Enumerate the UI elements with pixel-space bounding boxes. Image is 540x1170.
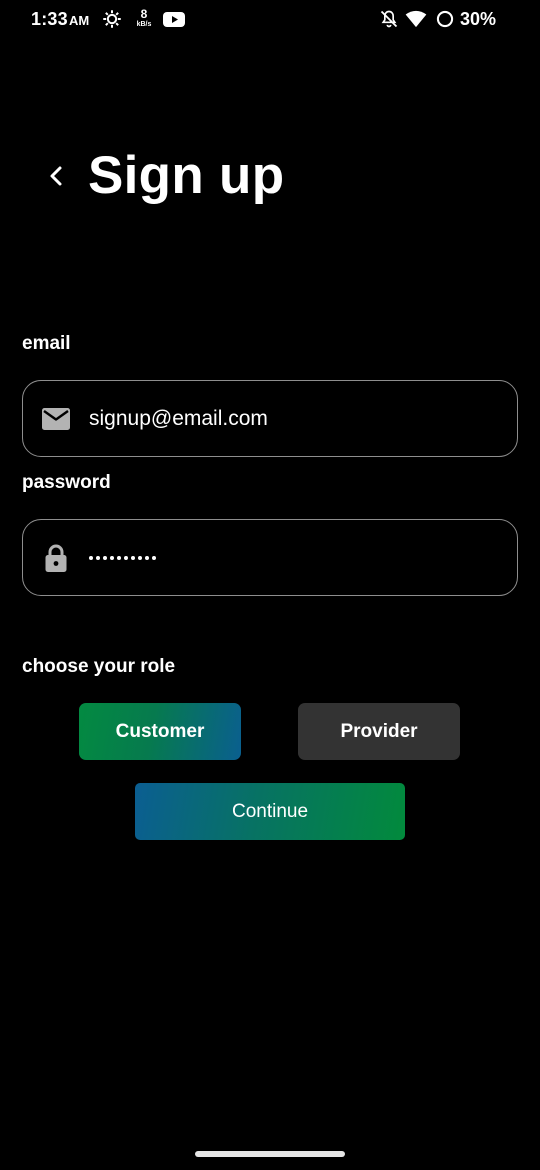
status-bar: 1:33 AM 8 kB/s 30% [0,0,540,40]
password-mask-dot [110,555,114,560]
password-field[interactable] [22,519,518,596]
password-mask-dot [124,555,128,560]
status-ampm: AM [69,13,90,28]
role-provider-button[interactable]: Provider [298,703,460,760]
password-mask-dot [103,555,107,560]
chevron-left-icon [50,166,62,186]
password-mask-dot [138,555,142,560]
wifi-icon [405,10,427,28]
network-speed-unit: kB/s [136,21,152,28]
signup-screen: 1:33 AM 8 kB/s 30% Sign up email signup@… [0,0,540,1170]
role-customer-button[interactable]: Customer [79,703,241,760]
network-speed: 8 kB/s [133,8,155,32]
password-mask-dot [131,555,135,560]
youtube-icon [163,12,185,27]
password-mask-dot [96,555,100,560]
email-label: email [22,333,71,354]
email-input[interactable] [89,381,499,456]
role-label: choose your role [22,656,176,677]
password-label: password [22,472,111,493]
battery-percent: 30% [460,9,497,29]
continue-button[interactable]: Continue [135,783,405,840]
status-time: 1:33 [31,9,68,29]
lock-icon [41,543,71,573]
password-mask-dot [117,555,121,560]
network-speed-value: 8 [140,7,148,21]
password-input[interactable] [89,520,156,595]
page-title: Sign up [88,146,285,205]
email-field[interactable] [22,380,518,457]
gear-icon [103,10,121,28]
back-button[interactable] [40,158,72,194]
mail-icon [41,404,71,434]
bell-off-icon [380,10,398,28]
password-mask-dot [145,555,149,560]
home-indicator[interactable] [195,1151,345,1157]
password-mask-dot [89,555,93,560]
battery-ring-icon [436,10,454,28]
password-mask-dot [152,555,156,560]
